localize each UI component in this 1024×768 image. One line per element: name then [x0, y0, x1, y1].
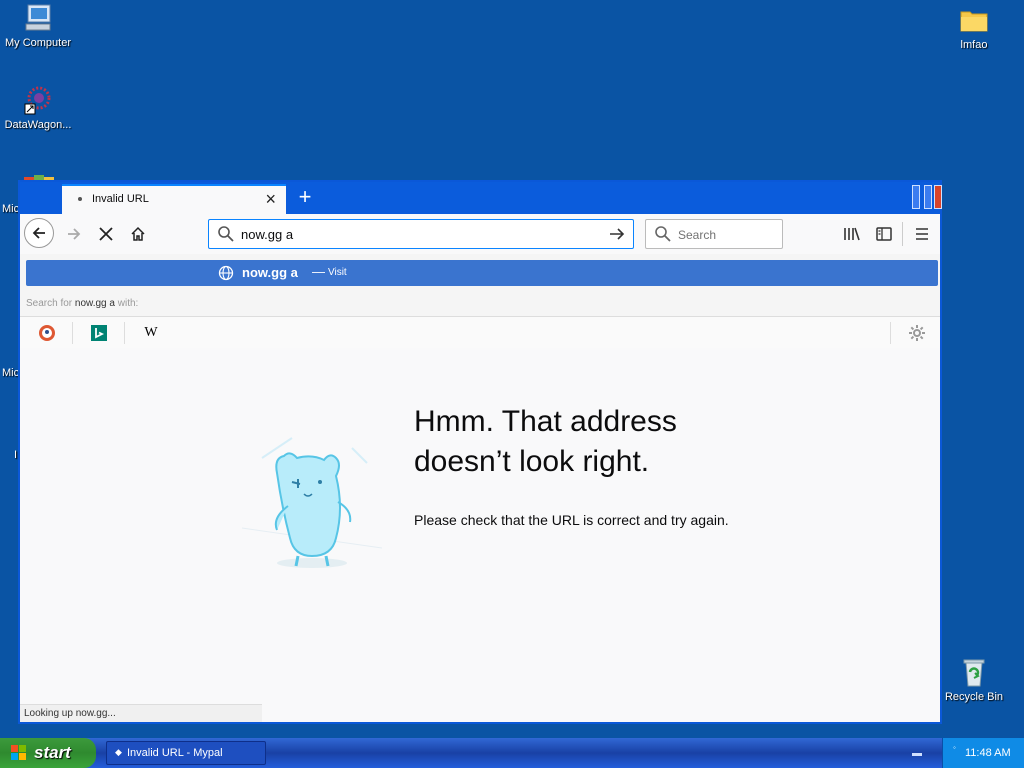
hamburger-menu-icon: [916, 228, 928, 240]
status-bar: Looking up now.gg...: [20, 704, 262, 722]
desktop-partial-label[interactable]: I: [14, 449, 17, 461]
desktop-icon-lmfao[interactable]: lmfao: [936, 4, 1012, 51]
library-button[interactable]: [838, 220, 866, 248]
error-mascot-illustration: [241, 437, 383, 568]
search-engine-bar: W: [20, 316, 940, 349]
url-input[interactable]: now.gg a: [241, 227, 293, 242]
datawagon-icon: [22, 84, 54, 116]
desktop-icon-datawagon[interactable]: DataWagon...: [0, 84, 76, 131]
search-settings-gear-icon[interactable]: [908, 324, 926, 342]
taskbar: start ◆ Invalid URL - Mypal ▬ ◦ 11:48 AM: [0, 738, 1024, 768]
stop-icon: [99, 227, 113, 241]
suggestion-visit-row[interactable]: now.gg a — Visit: [26, 260, 938, 286]
engine-separator: [124, 322, 125, 344]
search-icon: [218, 226, 234, 242]
system-tray: ◦ 11:48 AM: [942, 738, 1024, 768]
url-bar[interactable]: now.gg a: [208, 219, 634, 249]
forward-arrow-icon: [68, 228, 81, 240]
desktop-icon-label: My Computer: [4, 37, 72, 49]
tab-strip: Invalid URL × +: [20, 182, 942, 214]
desktop-partial-label[interactable]: Mic: [2, 203, 19, 215]
search-placeholder: Search: [678, 228, 717, 242]
maximize-button[interactable]: [924, 185, 932, 209]
browser-app-icon: ◆: [115, 747, 122, 757]
tab-title: Invalid URL: [92, 193, 149, 205]
suggestion-separator: —: [312, 264, 325, 279]
engine-separator: [72, 322, 73, 344]
wikipedia-icon[interactable]: W: [142, 324, 160, 342]
taskbar-window-label: Invalid URL - Mypal: [127, 747, 223, 759]
error-title-line: Hmm. That address: [414, 405, 677, 438]
search-for-label: Search for now.gg a with:: [26, 298, 138, 309]
show-hidden-icons-button[interactable]: ▬: [912, 748, 922, 759]
search-for-prefix: Search for: [26, 298, 73, 309]
new-tab-button[interactable]: +: [292, 183, 318, 211]
tab-invalid-url[interactable]: Invalid URL ×: [62, 184, 286, 214]
error-title: Hmm. That address doesn’t look right.: [414, 402, 814, 482]
desktop-icon-recycle-bin[interactable]: Recycle Bin: [936, 656, 1012, 703]
home-button[interactable]: [124, 220, 152, 248]
desktop-icon-label: DataWagon...: [4, 119, 72, 131]
bing-icon[interactable]: [90, 324, 108, 342]
start-label: start: [34, 743, 71, 762]
forward-button[interactable]: [60, 220, 88, 248]
toolbar-separator: [902, 222, 903, 246]
home-icon: [131, 226, 145, 241]
desktop-icon-my-computer[interactable]: My Computer: [0, 2, 76, 49]
duckduckgo-icon[interactable]: [38, 324, 56, 342]
suggestion-query: now.gg a: [242, 265, 298, 280]
close-window-button[interactable]: [934, 185, 942, 209]
tab-close-icon[interactable]: ×: [265, 189, 276, 209]
globe-icon: [218, 265, 234, 281]
error-page: Hmm. That address doesn’t look right. Pl…: [20, 348, 940, 722]
tray-icon[interactable]: ◦: [953, 743, 956, 752]
search-for-query: now.gg a: [74, 298, 115, 309]
sidebar-button[interactable]: [870, 220, 898, 248]
taskbar-window-button[interactable]: ◆ Invalid URL - Mypal: [106, 741, 266, 765]
library-icon: [844, 227, 860, 241]
error-title-line: doesn’t look right.: [414, 445, 650, 478]
search-icon: [655, 226, 671, 242]
clock[interactable]: 11:48 AM: [965, 747, 1011, 759]
minimize-button[interactable]: [912, 185, 920, 209]
navigation-toolbar: now.gg a Search: [20, 214, 940, 254]
error-description: Please check that the URL is correct and…: [414, 512, 729, 528]
recycle-bin-icon: [958, 656, 990, 688]
desktop-icon-label: Recycle Bin: [944, 691, 1004, 703]
back-arrow-icon: [32, 227, 45, 239]
search-bar[interactable]: Search: [645, 219, 783, 249]
tab-loading-indicator: [78, 197, 82, 201]
browser-window: Invalid URL × + now.gg a Search now.gg a…: [18, 180, 942, 724]
engine-separator: [890, 322, 891, 344]
back-button[interactable]: [24, 218, 54, 248]
computer-icon: [22, 2, 54, 34]
folder-icon: [958, 4, 990, 36]
menu-button[interactable]: [908, 220, 936, 248]
desktop-icon-label: lmfao: [960, 39, 988, 51]
desktop-partial-label[interactable]: Mic: [2, 367, 19, 379]
sidebar-icon: [876, 227, 892, 241]
suggestion-action: Visit: [328, 267, 347, 278]
stop-button[interactable]: [92, 220, 120, 248]
start-button[interactable]: start: [0, 738, 96, 768]
search-for-suffix: with:: [117, 298, 139, 309]
go-arrow-icon[interactable]: [607, 224, 627, 244]
windows-logo-icon: [11, 745, 26, 760]
url-autocomplete-popup: now.gg a — Visit Search for now.gg a wit…: [20, 254, 940, 349]
